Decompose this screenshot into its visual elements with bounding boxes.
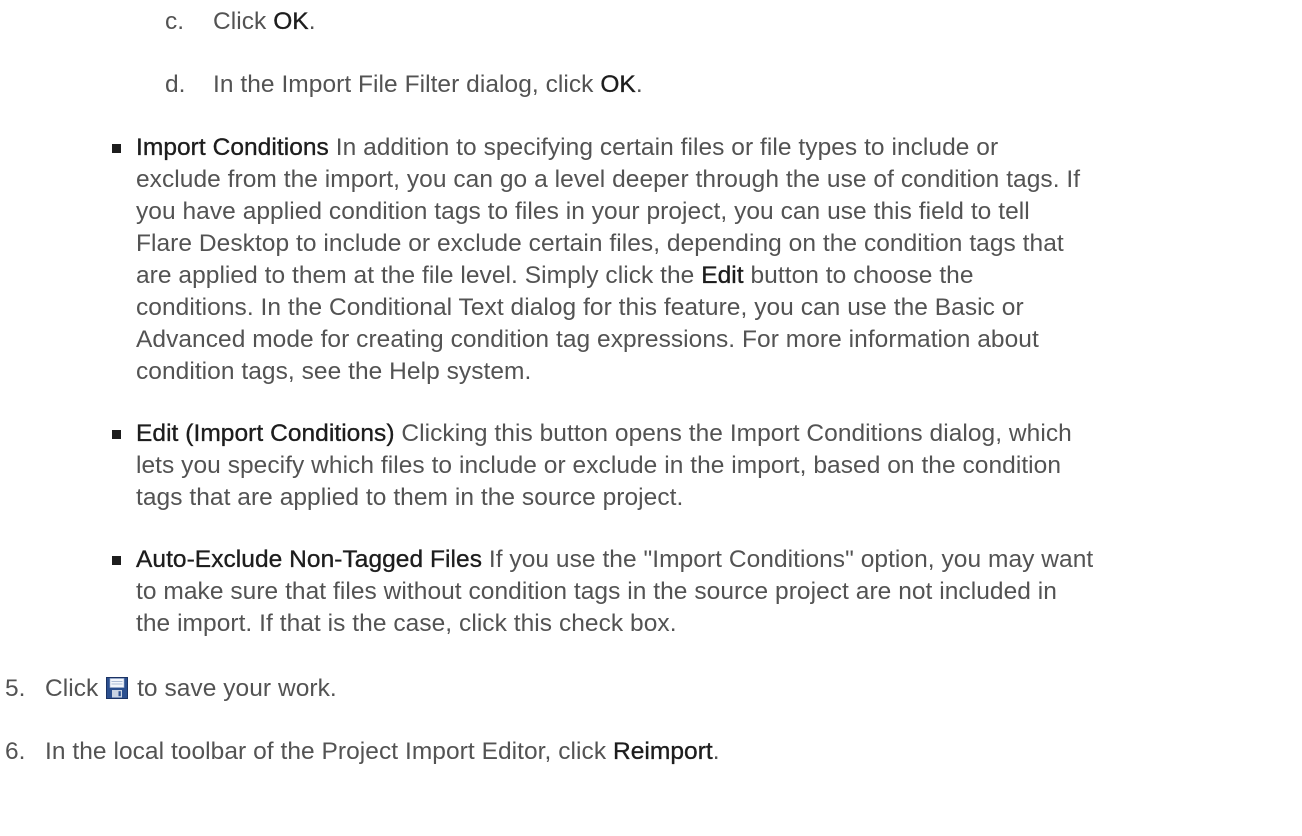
- step-6-suffix: .: [712, 738, 720, 765]
- ok-button-label: OK: [273, 8, 309, 35]
- step-6-prefix: In the local toolbar of the Project Impo…: [45, 738, 613, 765]
- import-conditions-line-4: Flare Desktop to include or exclude cert…: [136, 230, 1064, 257]
- step-6-marker: 6.: [5, 738, 26, 765]
- step-d-marker: d.: [165, 71, 186, 98]
- bullet-text: Clicking this button opens the Import Co…: [394, 420, 1072, 447]
- step-6-text: In the local toolbar of the Project Impo…: [45, 737, 720, 767]
- step-c-text: Click OK.: [213, 7, 316, 37]
- ok-button-label: OK: [600, 71, 636, 98]
- edit-button-label: Edit: [701, 262, 744, 289]
- save-icon: [106, 677, 129, 699]
- auto-exclude-line-3: the import. If that is the case, click t…: [136, 610, 677, 637]
- step-5-prefix: Click: [45, 675, 99, 702]
- step-c-prefix: Click: [213, 8, 274, 35]
- import-conditions-line-7: Advanced mode for creating condition tag…: [136, 326, 1039, 353]
- import-conditions-line-3: you have applied condition tags to files…: [136, 198, 1030, 225]
- edit-import-conditions-line-1: Edit (Import Conditions) Clicking this b…: [136, 419, 1072, 449]
- bullet-text: If you use the "Import Conditions" optio…: [482, 546, 1094, 573]
- step-c-marker: c.: [165, 8, 185, 35]
- import-conditions-line-5: are applied to them at the file level. S…: [136, 261, 974, 291]
- bullet-marker: [112, 144, 121, 153]
- edit-import-conditions-term: Edit (Import Conditions): [136, 420, 395, 447]
- bullet-marker: [112, 556, 121, 565]
- import-conditions-term: Import Conditions: [136, 134, 329, 161]
- bullet-marker: [112, 430, 121, 439]
- reimport-button-label: Reimport: [612, 738, 713, 765]
- import-conditions-line-6: conditions. In the Conditional Text dial…: [136, 294, 1024, 321]
- step-5-suffix: to save your work.: [137, 675, 337, 702]
- edit-import-conditions-line-2: lets you specify which files to include …: [136, 452, 1062, 479]
- step-5-marker: 5.: [5, 675, 26, 702]
- auto-exclude-line-2: to make sure that files without conditio…: [136, 578, 1057, 605]
- step-c-suffix: .: [308, 8, 316, 35]
- step-5-text: Click to save your work.: [45, 674, 337, 704]
- auto-exclude-term: Auto-Exclude Non-Tagged Files: [136, 546, 482, 573]
- auto-exclude-line-1: Auto-Exclude Non-Tagged Files If you use…: [136, 545, 1093, 575]
- bullet-text: are applied to them at the file level. S…: [136, 262, 702, 289]
- bullet-text: In addition to specifying certain files …: [328, 134, 999, 161]
- bullet-text: button to choose the: [743, 262, 974, 289]
- edit-import-conditions-line-3: tags that are applied to them in the sou…: [136, 484, 684, 511]
- import-conditions-line-2: exclude from the import, you can go a le…: [136, 166, 1081, 193]
- step-d-suffix: .: [635, 71, 643, 98]
- step-d-text: In the Import File Filter dialog, click …: [213, 70, 643, 100]
- step-d-prefix: In the Import File Filter dialog, click: [213, 71, 601, 98]
- import-conditions-line-1: Import Conditions In addition to specify…: [136, 133, 998, 163]
- import-conditions-line-8: condition tags, see the Help system.: [136, 358, 532, 385]
